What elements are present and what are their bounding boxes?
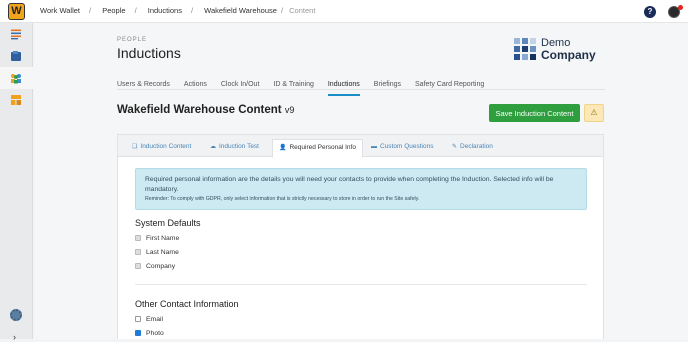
- expand-chevron-icon[interactable]: ›: [13, 332, 16, 342]
- checkbox-company: Company: [135, 263, 175, 270]
- graduation-cap-icon: ☁: [210, 144, 216, 150]
- boxes-icon: [11, 95, 21, 105]
- company-logo: Demo Company: [514, 37, 614, 63]
- sidebar-item-documents[interactable]: [0, 45, 33, 67]
- subtab-label: Custom Questions: [380, 143, 434, 150]
- checkbox-first-name: First Name: [135, 235, 179, 242]
- company-logo-grid-icon: [514, 38, 536, 60]
- tab-clock-in-out[interactable]: Clock In/Out: [221, 81, 260, 94]
- page-eyebrow: PEOPLE: [117, 37, 148, 43]
- breadcrumb-people[interactable]: People: [102, 6, 125, 15]
- info-text: Required personal information are the de…: [145, 176, 554, 193]
- tab-actions[interactable]: Actions: [184, 81, 207, 94]
- checkbox-label: Last Name: [146, 249, 179, 256]
- subtab-label: Declaration: [460, 143, 493, 150]
- subtab-induction-test[interactable]: ☁ Induction Test: [204, 139, 265, 157]
- folder-icon: [11, 51, 21, 61]
- checkbox-label: Company: [146, 263, 176, 270]
- sidebar: ›: [0, 23, 33, 342]
- subtab-label: Required Personal Info: [289, 144, 356, 151]
- tab-briefings[interactable]: Briefings: [374, 81, 401, 94]
- checkbox-disabled: [135, 235, 141, 241]
- company-name-line2: Company: [541, 48, 596, 62]
- subtab-custom-questions[interactable]: ▬ Custom Questions: [365, 139, 439, 157]
- breadcrumb-inductions[interactable]: Inductions: [148, 6, 182, 15]
- checkbox-unchecked[interactable]: [135, 316, 141, 322]
- section-divider: [135, 284, 587, 285]
- page-title: Inductions: [117, 45, 181, 61]
- work-wallet-logo[interactable]: W: [8, 3, 25, 20]
- system-defaults-heading: System Defaults: [135, 218, 201, 228]
- sidebar-item-assets[interactable]: [0, 89, 33, 111]
- content-title: Wakefield Warehouse Content v9: [117, 104, 294, 116]
- checkbox-checked[interactable]: [135, 330, 141, 336]
- content-subtabs: ❏ Induction Content ☁ Induction Test 👤 Requ…: [118, 135, 603, 158]
- breadcrumb: Work Wallet / People / Inductions / Wakefie…: [40, 6, 316, 15]
- breadcrumb-current: Content: [289, 6, 316, 15]
- info-alert: Required personal information are the de…: [135, 168, 587, 210]
- checkbox-disabled: [135, 249, 141, 255]
- content-panel: ❏ Induction Content ☁ Induction Test 👤 Requ…: [117, 134, 604, 339]
- checkbox-photo[interactable]: Photo: [135, 330, 164, 337]
- tab-safety-card-reporting[interactable]: Safety Card Reporting: [415, 81, 484, 94]
- gdpr-reminder: Reminder: To comply with GDPR, only sele…: [145, 196, 420, 202]
- other-contact-heading: Other Contact Information: [135, 299, 239, 309]
- save-induction-content-button[interactable]: Save Induction Content: [489, 104, 580, 122]
- comment-icon: ▬: [371, 144, 377, 150]
- help-icon[interactable]: ?: [644, 6, 656, 18]
- subtab-required-personal-info[interactable]: 👤 Required Personal Info: [272, 139, 363, 158]
- user-icon: 👤: [279, 145, 287, 151]
- breadcrumb-work-wallet[interactable]: Work Wallet: [40, 6, 80, 15]
- subtab-label: Induction Test: [219, 143, 259, 150]
- settings-gear-icon[interactable]: [10, 309, 22, 321]
- warning-icon[interactable]: ⚠: [584, 104, 604, 122]
- subtab-label: Induction Content: [140, 143, 192, 150]
- checkbox-label: First Name: [146, 235, 180, 242]
- copy-icon: ❏: [132, 144, 138, 150]
- sidebar-item-people[interactable]: [0, 67, 33, 89]
- tab-users-records[interactable]: Users & Records: [117, 81, 170, 94]
- top-bar: W Work Wallet / People / Inductions / Wakef…: [0, 0, 688, 23]
- checkbox-disabled: [135, 263, 141, 269]
- main-content: PEOPLE Inductions Demo Company Users & R…: [34, 23, 688, 339]
- checkbox-email[interactable]: Email: [135, 316, 163, 323]
- people-icon: [11, 74, 21, 84]
- notification-dot: [678, 5, 683, 10]
- tab-id-training[interactable]: ID & Training: [273, 81, 313, 94]
- list-icon: [11, 29, 21, 40]
- sidebar-item-dashboard[interactable]: [0, 23, 33, 45]
- edit-icon: ✎: [452, 144, 458, 150]
- checkbox-label: Email: [146, 316, 163, 323]
- content-title-text: Wakefield Warehouse Content: [117, 104, 282, 116]
- tabs-divider: [117, 89, 605, 90]
- content-version: v9: [284, 105, 295, 115]
- checkbox-last-name: Last Name: [135, 249, 179, 256]
- checkbox-label: Photo: [146, 330, 164, 337]
- subtab-declaration[interactable]: ✎ Declaration: [446, 139, 499, 157]
- subtab-induction-content[interactable]: ❏ Induction Content: [126, 139, 197, 157]
- breadcrumb-site[interactable]: Wakefield Warehouse: [204, 6, 277, 15]
